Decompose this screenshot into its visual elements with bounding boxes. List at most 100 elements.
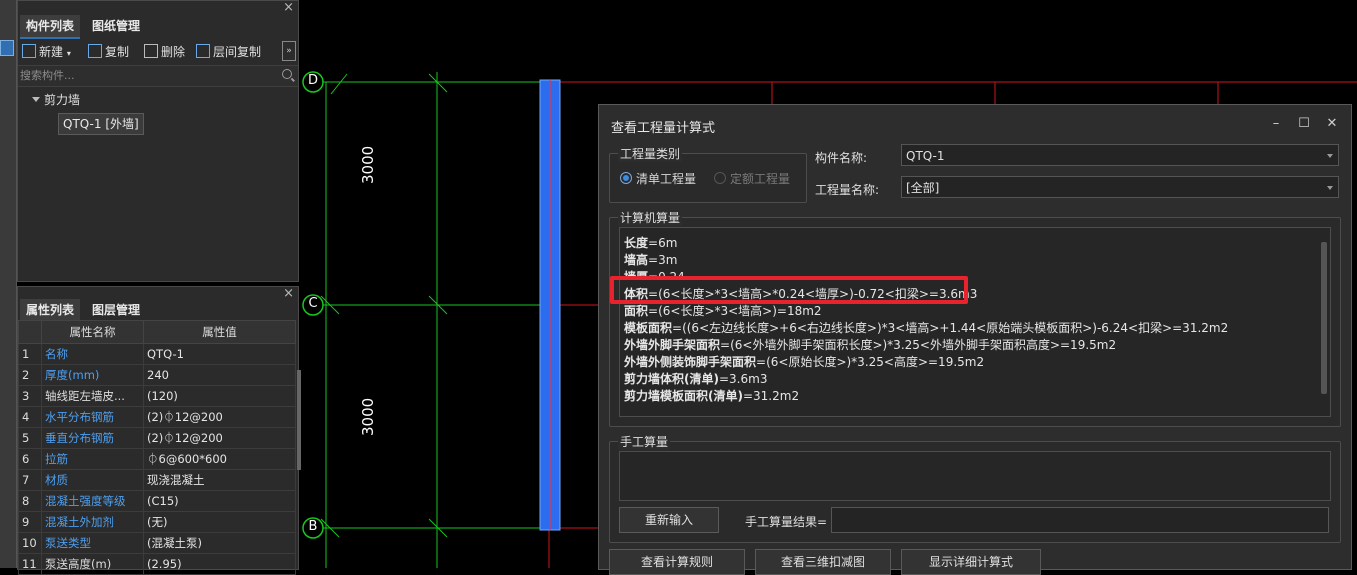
chevron-down-icon[interactable] bbox=[32, 97, 40, 102]
calc-line-formula: =3.6m3 bbox=[718, 372, 768, 386]
manual-calc-input[interactable] bbox=[619, 451, 1331, 501]
calc-line-formula: =3m bbox=[648, 253, 678, 267]
manual-result-field[interactable] bbox=[831, 507, 1329, 533]
floor-copy-button[interactable]: 层间复制 bbox=[196, 43, 261, 61]
view-3d-deduction-button[interactable]: 查看三维扣减图 bbox=[755, 549, 891, 575]
manual-result-label: 手工算量结果= bbox=[745, 515, 828, 529]
close-icon[interactable]: × bbox=[283, 287, 294, 301]
show-detail-formula-button[interactable]: 显示详细计算式 bbox=[901, 549, 1041, 575]
table-row[interactable]: 11 泵送高度(m) (2.95) bbox=[18, 553, 296, 575]
calc-line: 剪力墙体积(清单)=3.6m3 bbox=[624, 370, 767, 387]
calc-line-label: 面积 bbox=[624, 304, 649, 318]
calc-line-label: 外墙外侧装饰脚手架面积 bbox=[624, 355, 757, 369]
row-index: 1 bbox=[18, 343, 42, 365]
table-row[interactable]: 6 拉筋 ⏀6@600*600 bbox=[18, 448, 296, 470]
new-button[interactable]: 新建 ▾ bbox=[22, 43, 71, 61]
component-search bbox=[18, 65, 298, 87]
table-row[interactable]: 3 轴线距左墙皮... (120) bbox=[18, 385, 296, 407]
row-index: 2 bbox=[18, 364, 42, 386]
table-row[interactable]: 5 垂直分布钢筋 (2)⏀12@200 bbox=[18, 427, 296, 449]
property-name: 泵送类型 bbox=[41, 532, 144, 554]
row-index: 8 bbox=[18, 490, 42, 512]
property-name: 垂直分布钢筋 bbox=[41, 427, 144, 449]
tree-group-shear-wall[interactable]: 剪力墙 bbox=[32, 91, 80, 108]
calc-line-formula: =(6<原始长度>)*3.25<高度>=19.5m2 bbox=[756, 355, 985, 369]
search-icon[interactable] bbox=[282, 69, 292, 79]
calc-formula-box[interactable]: 长度=6m 墙高=3m 墙厚=0.24 体积=(6<长度>*3<墙高>*0.24<墙厚… bbox=[619, 227, 1331, 417]
table-row[interactable]: 8 混凝土强度等级 (C15) bbox=[18, 490, 296, 512]
reinput-button[interactable]: 重新输入 bbox=[619, 507, 719, 533]
property-value[interactable]: (2)⏀12@200 bbox=[143, 406, 296, 428]
calc-line-label: 长度 bbox=[624, 236, 649, 250]
calc-line-label: 模板面积 bbox=[624, 321, 673, 335]
new-file-icon bbox=[22, 44, 36, 58]
row-index: 11 bbox=[18, 553, 42, 575]
close-icon[interactable]: ✕ bbox=[1323, 115, 1341, 133]
property-name: 泵送高度(m) bbox=[41, 553, 144, 575]
dialog-title: 查看工程量计算式 bbox=[611, 121, 716, 136]
dimension-label-upper: 3000 bbox=[359, 145, 377, 184]
chevron-down-icon bbox=[1327, 186, 1333, 190]
property-value[interactable]: (无) bbox=[143, 511, 296, 533]
property-value[interactable]: (120) bbox=[143, 385, 296, 407]
trash-icon bbox=[144, 44, 158, 58]
dock-toggle-button[interactable] bbox=[0, 40, 14, 56]
property-name: 混凝土强度等级 bbox=[41, 490, 144, 512]
table-row[interactable]: 9 混凝土外加剂 (无) bbox=[18, 511, 296, 533]
table-row[interactable]: 2 厚度(mm) 240 bbox=[18, 364, 296, 386]
calc-line: 长度=6m bbox=[624, 234, 677, 251]
row-index: 9 bbox=[18, 511, 42, 533]
radio-selected-icon bbox=[620, 172, 632, 184]
view-calc-rules-button[interactable]: 查看计算规则 bbox=[609, 549, 745, 575]
component-toolbar: 新建 ▾ 复制 删除 层间复制 » bbox=[18, 39, 298, 63]
property-value[interactable]: (混凝土泵) bbox=[143, 532, 296, 554]
property-value[interactable]: (2.95) bbox=[143, 553, 296, 575]
calc-line: 模板面积=((6<左边线长度>+6<右边线长度>)*3<墙高>+1.44<原始端… bbox=[624, 319, 1228, 336]
tab-layer-management[interactable]: 图层管理 bbox=[86, 299, 146, 321]
property-name: 厚度(mm) bbox=[41, 364, 144, 386]
table-header-name: 属性名称 bbox=[41, 320, 144, 344]
more-tools-button[interactable]: » bbox=[282, 41, 296, 61]
quantity-name-select[interactable]: [全部] bbox=[901, 176, 1339, 198]
close-icon[interactable]: × bbox=[283, 1, 294, 15]
left-side-strip bbox=[0, 0, 17, 568]
calc-line-formula: =((6<左边线长度>+6<右边线长度>)*3<墙高>+1.44<原始端头模板面… bbox=[672, 321, 1229, 335]
table-row[interactable]: 1 名称 QTQ-1 bbox=[18, 343, 296, 365]
property-name: 轴线距左墙皮... bbox=[41, 385, 144, 407]
radio-quota-quantity[interactable]: 定额工程量 bbox=[714, 170, 790, 187]
copy-button[interactable]: 复制 bbox=[88, 43, 129, 61]
property-value[interactable]: ⏀6@600*600 bbox=[143, 448, 296, 470]
property-value[interactable]: (C15) bbox=[143, 490, 296, 512]
table-header-index bbox=[18, 320, 42, 344]
property-value[interactable]: (2)⏀12@200 bbox=[143, 427, 296, 449]
minimize-icon[interactable]: – bbox=[1267, 115, 1285, 133]
row-index: 5 bbox=[18, 427, 42, 449]
copy-icon bbox=[88, 44, 102, 58]
table-header-value: 属性值 bbox=[143, 320, 296, 344]
table-row[interactable]: 4 水平分布钢筋 (2)⏀12@200 bbox=[18, 406, 296, 428]
tab-drawing-management[interactable]: 图纸管理 bbox=[86, 15, 146, 37]
property-value[interactable]: QTQ-1 bbox=[143, 343, 296, 365]
calc-line-label: 剪力墙体积(清单) bbox=[624, 372, 719, 386]
delete-button[interactable]: 删除 bbox=[144, 43, 185, 61]
calc-line-formula: =(6<长度>*3<墙高>)=18m2 bbox=[648, 304, 822, 318]
calc-line-label: 剪力墙模板面积(清单) bbox=[624, 389, 743, 403]
calc-scrollbar[interactable] bbox=[1321, 242, 1327, 394]
property-value[interactable]: 240 bbox=[143, 364, 296, 386]
row-index: 4 bbox=[18, 406, 42, 428]
tab-component-list[interactable]: 构件列表 bbox=[20, 15, 81, 39]
maximize-icon[interactable]: ☐ bbox=[1295, 115, 1313, 133]
axis-label-d: D bbox=[307, 73, 318, 88]
table-row[interactable]: 7 材质 现浇混凝土 bbox=[18, 469, 296, 491]
chevron-down-icon bbox=[1327, 154, 1333, 158]
property-value[interactable]: 现浇混凝土 bbox=[143, 469, 296, 491]
property-table: 属性名称 属性值 1 名称 QTQ-1 2 厚度(mm) 240 3 轴线距左墙皮... (12… bbox=[18, 320, 296, 575]
tree-item-qtq-1[interactable]: QTQ-1 [外墙] bbox=[58, 113, 144, 135]
component-name-select[interactable]: QTQ-1 bbox=[901, 144, 1339, 166]
calc-line-label: 外墙外脚手架面积 bbox=[624, 338, 721, 352]
radio-list-quantity[interactable]: 清单工程量 bbox=[620, 170, 696, 187]
manual-calc-title: 手工算量 bbox=[618, 433, 671, 450]
row-index: 10 bbox=[18, 532, 42, 554]
search-input[interactable] bbox=[20, 68, 270, 82]
table-row[interactable]: 10 泵送类型 (混凝土泵) bbox=[18, 532, 296, 554]
